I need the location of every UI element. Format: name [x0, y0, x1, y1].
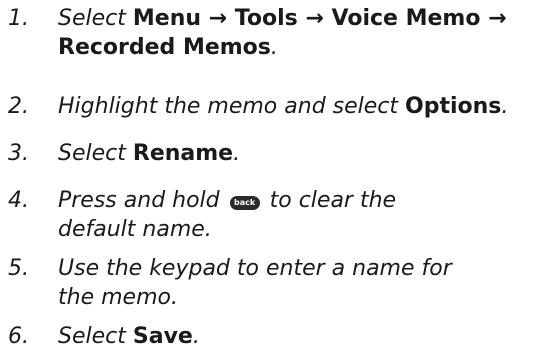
step-3-prefix: Select — [58, 141, 133, 166]
step-5-number: 5. — [8, 256, 29, 281]
arrow-right-icon: → — [297, 6, 332, 31]
step-3-line-1: Select Rename. — [58, 139, 548, 168]
step-6-text: Select Save. — [58, 322, 548, 351]
step-2-line-1: Highlight the memo and select Options. — [58, 92, 548, 121]
step-1-period: . — [270, 35, 278, 60]
back-key-icon: back — [229, 196, 260, 210]
step-2-prefix: Highlight the memo and select — [58, 94, 406, 119]
step-4-line-2-text: default name. — [58, 217, 212, 242]
rename-label: Rename — [132, 141, 234, 166]
arrow-right-icon: → — [201, 6, 235, 31]
step-2-number: 2. — [8, 94, 29, 119]
step-6-line-1: Select Save. — [58, 322, 548, 351]
step-5-line-1-text: Use the keypad to enter a name for — [58, 256, 452, 281]
step-1-prefix: Select — [58, 6, 133, 31]
step-2-text: Highlight the memo and select Options. — [58, 92, 548, 121]
step-6-number: 6. — [8, 324, 29, 349]
step-6-prefix: Select — [58, 324, 133, 349]
tools-label: Tools — [234, 6, 298, 31]
step-5-line-2: the memo. — [58, 283, 548, 312]
step-3-number: 3. — [8, 141, 29, 166]
step-6-period: . — [192, 324, 200, 349]
step-1-number: 1. — [8, 6, 29, 31]
step-4-prefix: Press and hold — [58, 188, 227, 213]
recorded-memos-label: Recorded Memos — [58, 35, 271, 60]
save-label: Save — [132, 324, 193, 349]
step-1-text: Select Menu → Tools → Voice Memo → Recor… — [58, 4, 548, 62]
step-1-line-1: Select Menu → Tools → Voice Memo → — [58, 4, 548, 33]
step-5-line-1: Use the keypad to enter a name for — [58, 254, 548, 283]
voice-memo-label: Voice Memo — [331, 6, 481, 31]
step-4-line-1: Press and hold back to clear the — [58, 186, 548, 215]
step-3-text: Select Rename. — [58, 139, 548, 168]
step-5-line-2-text: the memo. — [58, 285, 178, 310]
step-5-text: Use the keypad to enter a name for the m… — [58, 254, 548, 312]
step-4-number: 4. — [8, 188, 29, 213]
step-2-period: . — [501, 94, 509, 119]
step-4-text: Press and hold back to clear the default… — [58, 186, 548, 244]
step-4-suffix: to clear the — [262, 188, 397, 213]
step-3-period: . — [233, 141, 241, 166]
step-1-line-2: Recorded Memos. — [58, 33, 548, 62]
step-4-line-2: default name. — [58, 215, 548, 244]
options-label: Options — [405, 94, 502, 119]
arrow-right-icon: → — [480, 6, 507, 31]
menu-label: Menu — [132, 6, 202, 31]
